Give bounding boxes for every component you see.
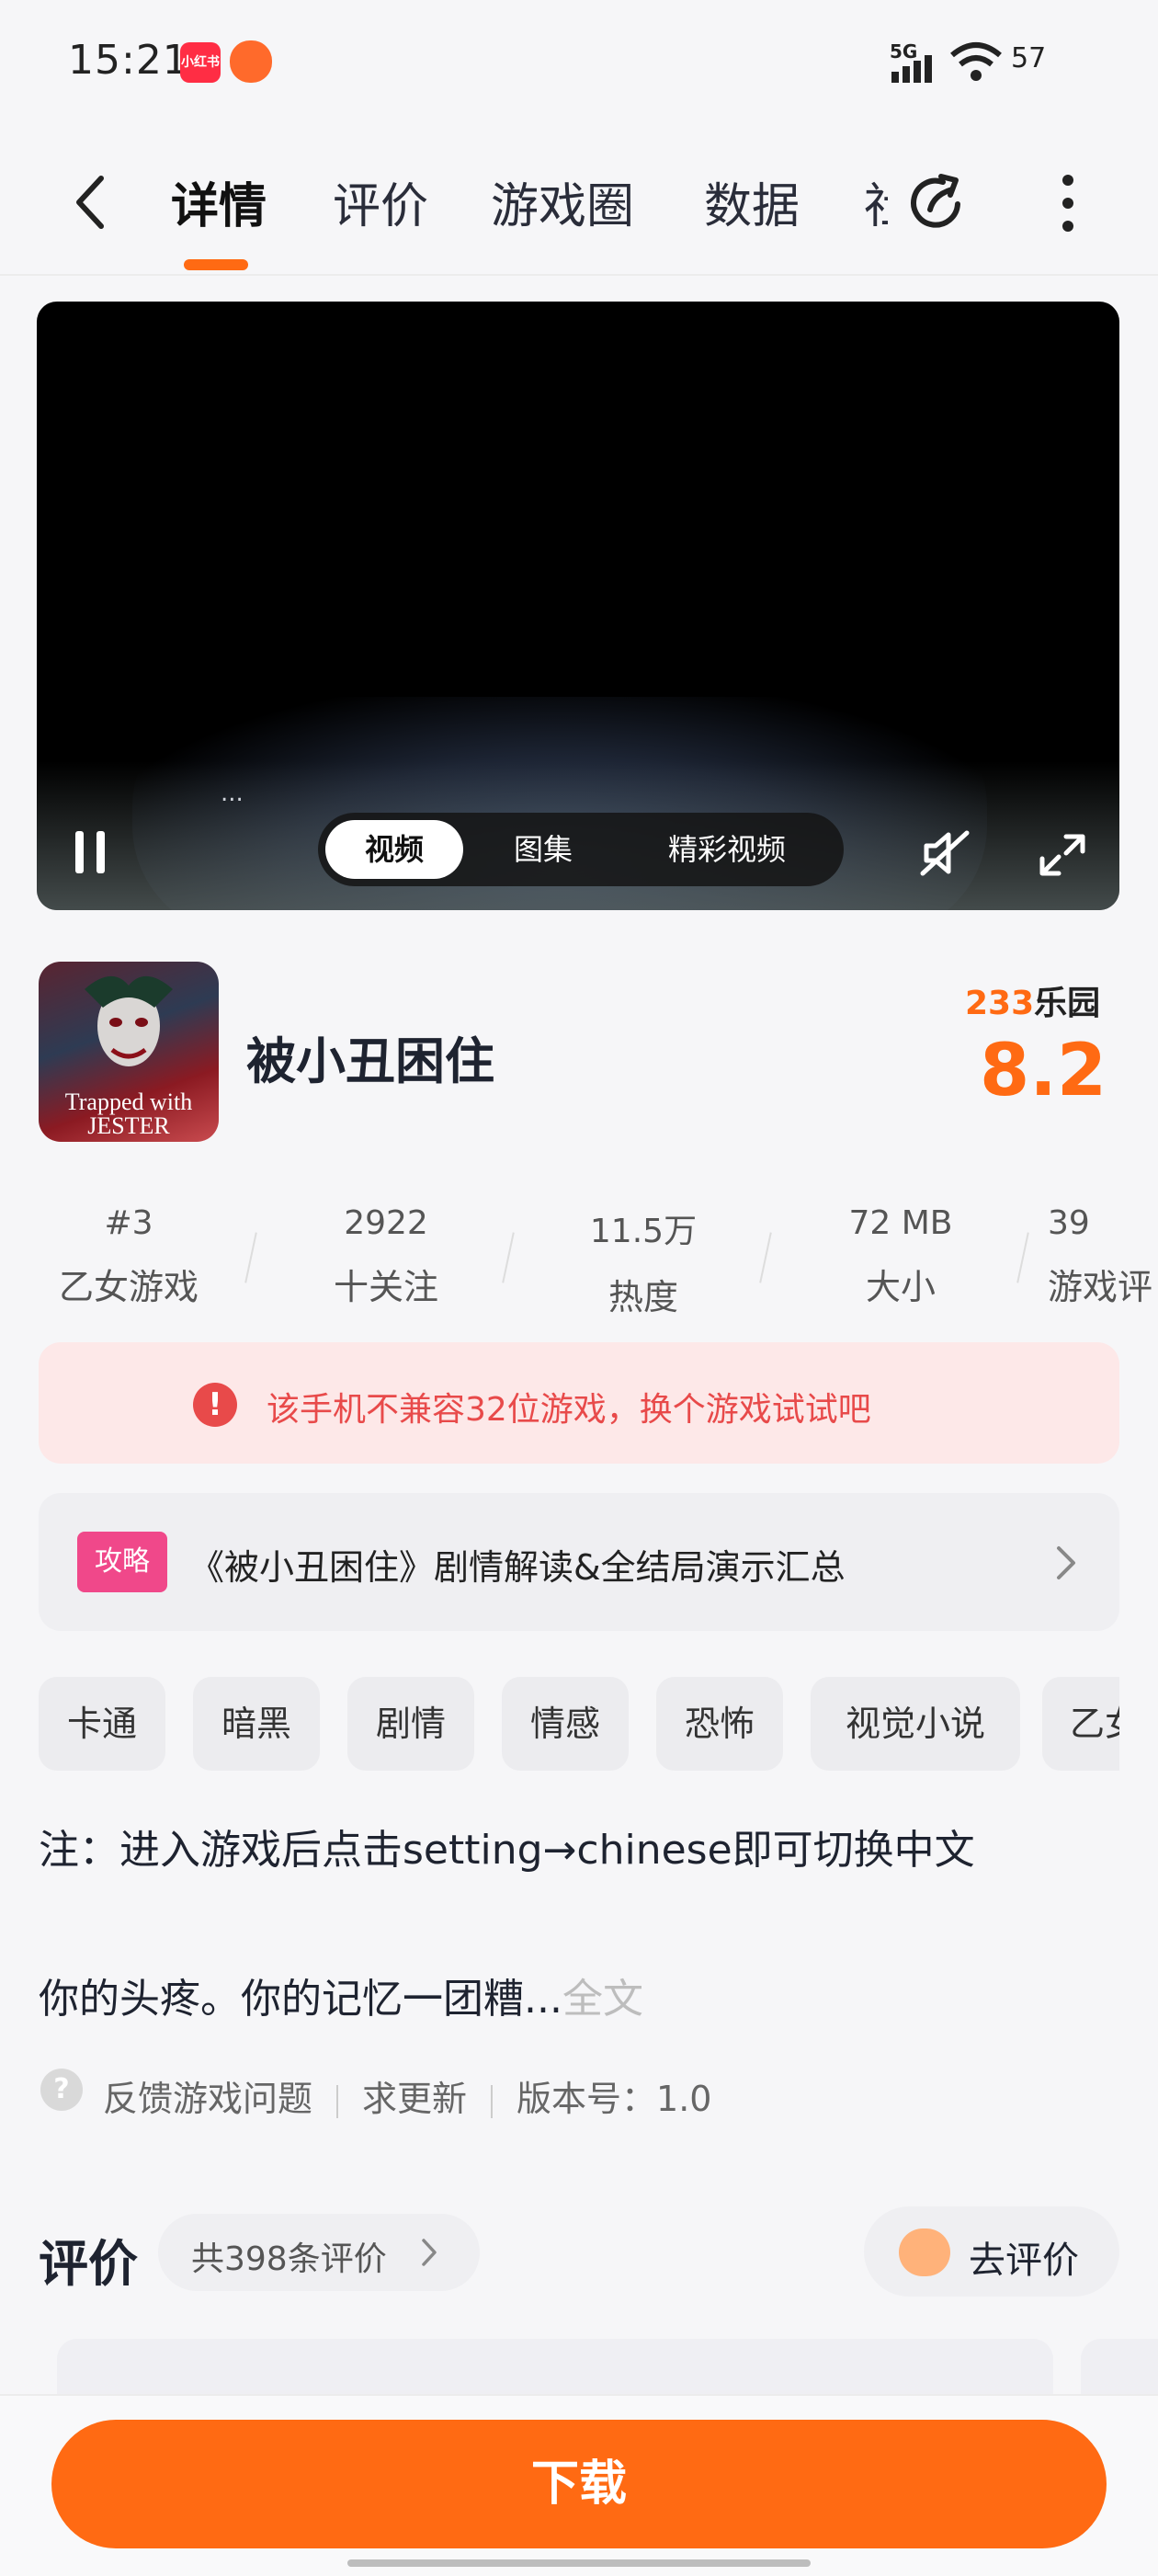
stat-popularity: 11.5万 热度 — [551, 1204, 735, 1319]
tag-chip[interactable]: 乙女 — [1042, 1677, 1119, 1771]
mute-icon[interactable] — [917, 827, 972, 879]
help-icon: ? — [40, 2069, 83, 2111]
stat-value: 72 MB — [848, 1204, 953, 1242]
stat-label: 大小 — [865, 1267, 936, 1307]
stat-divider — [502, 1232, 515, 1283]
chevron-right-icon — [422, 2239, 437, 2266]
tag-chip[interactable]: 视觉小说 — [811, 1677, 1020, 1771]
brand-name: 乐园 — [1034, 985, 1101, 1022]
status-time: 15:21 — [68, 37, 189, 84]
platform-brand: 233乐园 — [965, 976, 1100, 1024]
stat-label: 乙女游戏 — [58, 1267, 199, 1307]
game-title: 被小丑困住 — [246, 1032, 494, 1090]
stat-divider — [244, 1232, 257, 1283]
game-score: 8.2 — [980, 1030, 1107, 1112]
stat-rank[interactable]: #3 乙女游戏 — [37, 1204, 221, 1309]
warning-text: 该手机不兼容32位游戏，换个游戏试试吧 — [267, 1391, 871, 1429]
divider — [491, 2084, 494, 2118]
wifi-icon — [950, 42, 1002, 81]
stat-follow[interactable]: 2922 十关注 — [294, 1204, 478, 1309]
stat-reviews[interactable]: 39 游戏评 — [1048, 1204, 1158, 1309]
feedback-row: 反馈游戏问题 求更新 版本号：1.0 — [103, 2070, 711, 2121]
tab-reviews[interactable]: 评价 — [333, 167, 428, 236]
download-button[interactable]: 下载 — [51, 2420, 1107, 2548]
strategy-guide-card[interactable]: 攻略 《被小丑困住》剧情解读&全结局演示汇总 — [39, 1493, 1119, 1631]
mascot-avatar-icon — [899, 2228, 950, 2276]
stat-value: 2922 — [344, 1204, 428, 1242]
guide-badge: 攻略 — [77, 1532, 167, 1592]
media-type-switcher: 视频 图集 精彩视频 — [318, 813, 844, 886]
stat-size: 72 MB 大小 — [809, 1204, 993, 1309]
compatibility-warning: ! 该手机不兼容32位游戏，换个游戏试试吧 — [39, 1342, 1119, 1464]
stat-label: 热度 — [607, 1277, 678, 1317]
active-tab-indicator — [184, 259, 248, 270]
tab-game-circle[interactable]: 游戏圈 — [491, 167, 634, 236]
stat-value: 11.5万 — [589, 1213, 698, 1250]
tab-data[interactable]: 数据 — [704, 167, 800, 236]
video-loading-dots: ... — [221, 780, 244, 807]
write-review-button[interactable]: 去评价 — [864, 2206, 1119, 2297]
xiaohongshu-app-icon: 小红书 — [180, 42, 221, 83]
reviews-heading: 评价 — [39, 2235, 138, 2293]
game-icon[interactable]: Trapped with JESTER — [39, 962, 219, 1142]
fullscreen-icon[interactable] — [1039, 833, 1086, 877]
tag-list: 卡通 暗黑 剧情 情感 恐怖 视觉小说 乙女 — [39, 1677, 1119, 1772]
home-indicator[interactable] — [347, 2559, 811, 2567]
segment-video[interactable]: 视频 — [325, 820, 463, 879]
segment-gallery[interactable]: 图集 — [483, 813, 603, 886]
share-icon[interactable] — [904, 169, 971, 235]
write-review-label: 去评价 — [969, 2240, 1079, 2282]
language-note: 注：进入游戏后点击setting→chinese即可切换中文 — [39, 1827, 975, 1874]
tag-chip[interactable]: 剧情 — [347, 1677, 474, 1771]
version-label: 版本号：1.0 — [517, 2079, 712, 2119]
pause-icon[interactable] — [72, 829, 108, 875]
report-problem-link[interactable]: 反馈游戏问题 — [103, 2079, 312, 2119]
game-description: 你的头疼。你的记忆一团糟...全文 — [39, 1966, 643, 2024]
tag-chip[interactable]: 卡通 — [39, 1677, 165, 1771]
expand-full-text-link[interactable]: 全文 — [562, 1976, 643, 2023]
game-app-icon — [230, 40, 272, 83]
divider — [336, 2084, 339, 2118]
description-text: 你的头疼。你的记忆一团糟... — [39, 1976, 562, 2023]
tab-details[interactable]: 详情 — [171, 167, 267, 236]
battery-level: 57 — [1011, 42, 1047, 74]
stat-value: #3 — [104, 1204, 153, 1242]
stat-value: 39 — [1048, 1204, 1090, 1242]
tag-chip[interactable]: 情感 — [502, 1677, 629, 1771]
jester-face-icon — [85, 975, 173, 1066]
reviews-count-button[interactable]: 共398条评价 — [158, 2214, 480, 2291]
guide-title: 《被小丑困住》剧情解读&全结局演示汇总 — [189, 1547, 846, 1588]
game-icon-logo-text: Trapped with JESTER — [64, 1089, 193, 1139]
signal-icon — [891, 55, 932, 83]
stat-label: 十关注 — [333, 1267, 438, 1307]
more-icon[interactable] — [1057, 171, 1079, 235]
warning-icon: ! — [193, 1383, 237, 1427]
brand-number: 233 — [965, 985, 1035, 1022]
tab-community[interactable]: 社 — [864, 167, 888, 236]
segment-highlights[interactable]: 精彩视频 — [621, 813, 833, 886]
chevron-right-icon — [1057, 1546, 1075, 1579]
stat-divider — [1016, 1232, 1029, 1283]
stat-divider — [759, 1232, 772, 1283]
reviews-count: 共398条评价 — [191, 2240, 387, 2278]
back-arrow-icon[interactable] — [72, 175, 108, 230]
video-player[interactable]: ... 视频 图集 精彩视频 — [37, 302, 1119, 910]
tag-chip[interactable]: 暗黑 — [193, 1677, 320, 1771]
request-update-link[interactable]: 求更新 — [362, 2079, 467, 2119]
stat-label: 游戏评 — [1048, 1267, 1153, 1307]
tag-chip[interactable]: 恐怖 — [656, 1677, 783, 1771]
